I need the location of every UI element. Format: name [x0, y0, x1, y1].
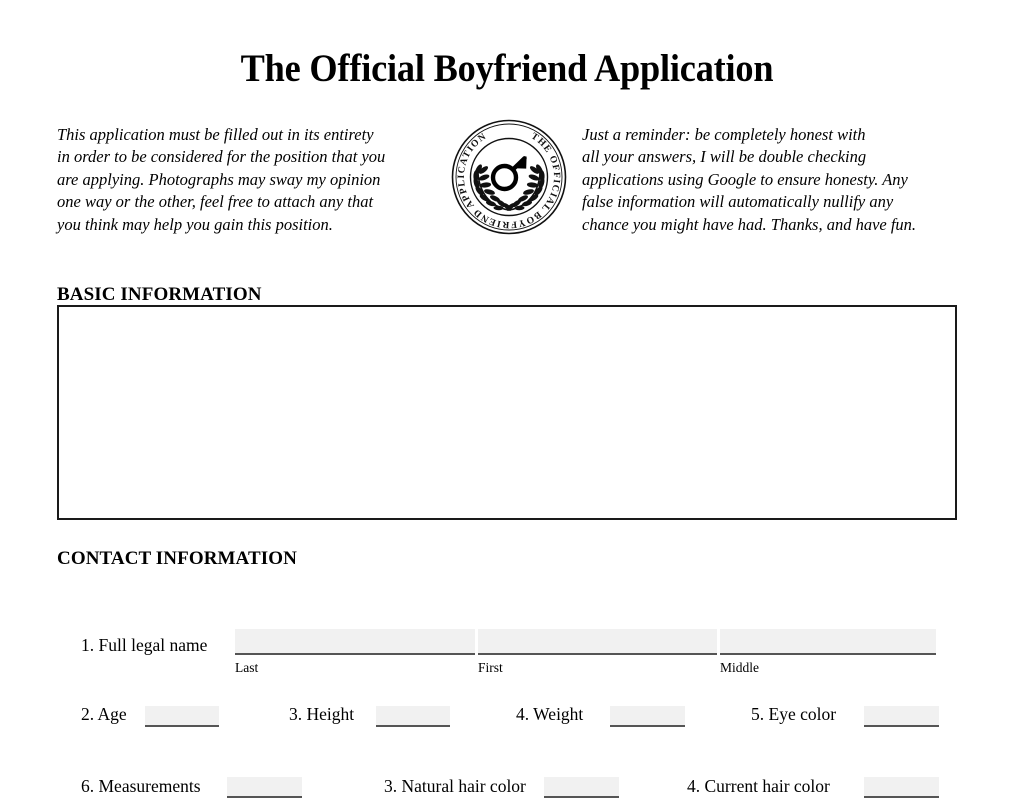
page-title: The Official Boyfriend Application [240, 47, 774, 90]
official-seal-logo: THE OFFICIAL BOYFRIEND APPLICATION [451, 119, 567, 235]
input-current-hair-color[interactable] [864, 777, 939, 798]
intro-right-line: Just a reminder: be completely honest wi… [582, 125, 866, 144]
label-natural-hair-color: 3. Natural hair color [384, 776, 526, 796]
sublabel-middle: Middle [720, 660, 759, 675]
intro-paragraph-left: This application must be filled out in i… [57, 124, 439, 236]
input-age[interactable] [145, 706, 219, 727]
section-heading-basic-information: BASIC INFORMATION [57, 284, 262, 305]
label-height: 3. Height [289, 704, 355, 724]
intro-right-line: chance you might have had. Thanks, and h… [582, 214, 917, 234]
intro-left-line: are applying. Photographs may sway my op… [57, 169, 381, 189]
intro-right-line: applications using Google to ensure hone… [582, 169, 908, 189]
input-measurements[interactable] [227, 777, 302, 798]
intro-left-line: one way or the other, feel free to attac… [57, 192, 374, 212]
intro-right-line: false information will automatically nul… [582, 192, 894, 212]
input-eye-color[interactable] [864, 706, 939, 727]
sublabel-last: Last [235, 660, 259, 675]
label-eye-color: 5. Eye color [751, 704, 837, 724]
input-last-name[interactable] [235, 629, 475, 655]
intro-right-line: all your answers, I will be double check… [582, 147, 867, 167]
intro-left-line: This application must be filled out in i… [57, 125, 374, 144]
input-first-name[interactable] [478, 629, 717, 655]
intro-paragraph-right: Just a reminder: be completely honest wi… [582, 124, 967, 236]
intro-left-line: in order to be considered for the positi… [57, 147, 386, 167]
label-full-legal-name: 1. Full legal name [81, 635, 208, 655]
label-measurements: 6. Measurements [81, 776, 201, 796]
section-heading-contact-information: CONTACT INFORMATION [57, 548, 297, 569]
label-age: 2. Age [81, 704, 127, 724]
sublabel-first: First [478, 660, 503, 675]
input-natural-hair-color[interactable] [544, 777, 619, 798]
input-height[interactable] [376, 706, 450, 727]
basic-information-form-box: 1. Full legal name Last First Middle 2. … [57, 305, 957, 798]
label-weight: 4. Weight [516, 704, 584, 724]
input-weight[interactable] [610, 706, 685, 727]
input-middle-name[interactable] [720, 629, 936, 655]
label-current-hair-color: 4. Current hair color [687, 776, 830, 796]
intro-left-line: you think may help you gain this positio… [57, 214, 333, 234]
